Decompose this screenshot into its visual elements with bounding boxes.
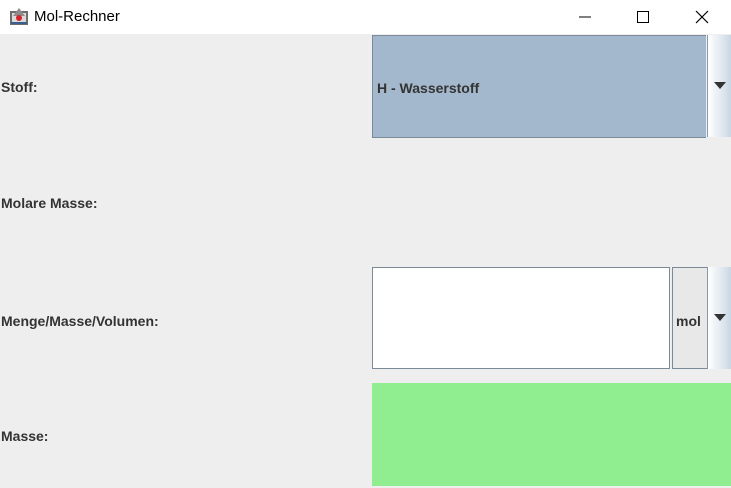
minimize-button[interactable] — [556, 0, 614, 34]
unit-selected-value: mol — [676, 313, 701, 329]
unit-dropdown-button[interactable] — [707, 267, 731, 369]
title-bar[interactable]: Mol-Rechner — [0, 0, 731, 34]
stoff-label: Stoff: — [1, 79, 38, 95]
unit-combobox-field[interactable]: mol — [672, 267, 707, 369]
masse-result-panel — [372, 383, 731, 486]
menge-label: Menge/Masse/Volumen: — [1, 313, 159, 329]
masse-label: Masse: — [1, 428, 49, 444]
close-icon — [695, 10, 709, 24]
stoff-selected-value: H - Wasserstoff — [377, 80, 480, 96]
app-icon — [9, 7, 29, 26]
window-title: Mol-Rechner — [34, 8, 120, 25]
chevron-down-icon — [714, 314, 726, 321]
stoff-combobox-field[interactable]: H - Wasserstoff — [372, 35, 706, 138]
menge-input[interactable] — [372, 267, 670, 369]
molare-masse-label: Molare Masse: — [1, 195, 98, 211]
stoff-combobox[interactable]: H - Wasserstoff — [372, 35, 731, 138]
stoff-dropdown-button[interactable] — [707, 35, 731, 137]
minimize-icon — [579, 16, 591, 18]
mol-rechner-window: Mol-Rechner Stoff: H - Wasserstoff Molar… — [0, 0, 731, 488]
chevron-down-icon — [714, 82, 726, 89]
close-button[interactable] — [673, 0, 731, 34]
unit-combobox[interactable]: mol — [672, 267, 731, 369]
maximize-button[interactable] — [614, 0, 672, 34]
maximize-icon — [637, 11, 649, 23]
